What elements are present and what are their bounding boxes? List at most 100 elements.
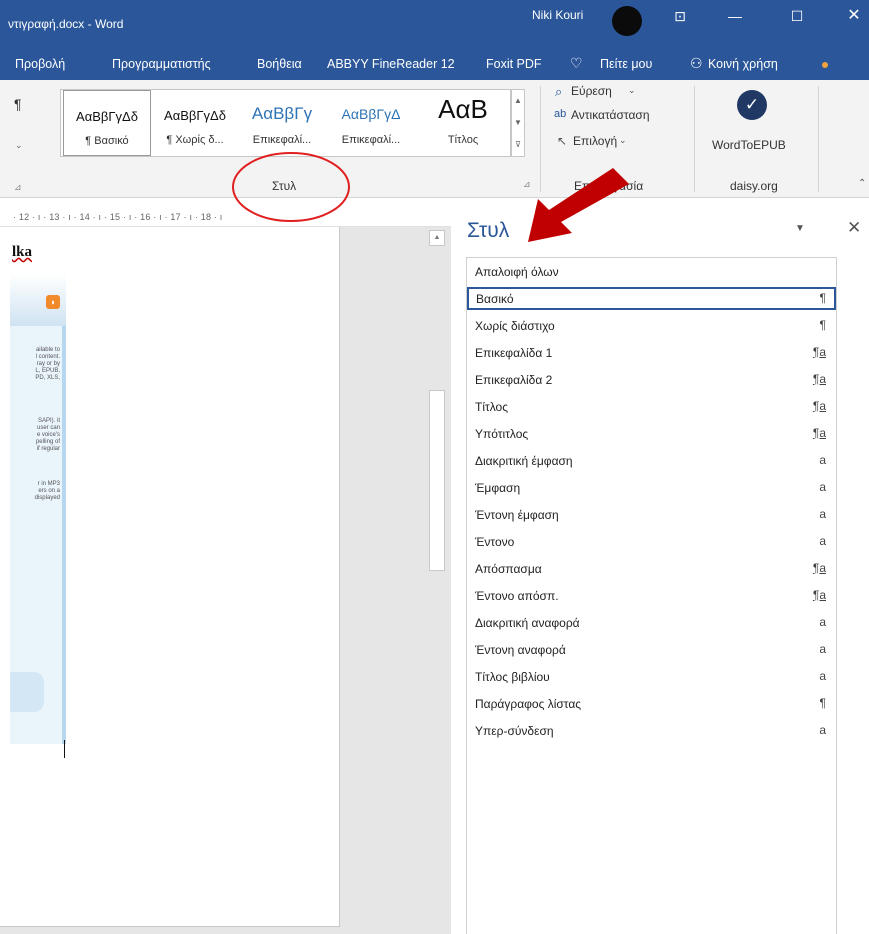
style-gallery-label: Επικεφαλί...: [341, 134, 401, 146]
style-list-item[interactable]: Έντονο a: [467, 530, 836, 553]
style-list-item[interactable]: Απόσπασμα ¶a: [467, 557, 836, 580]
chevron-down-icon[interactable]: ⌄: [619, 135, 627, 146]
linked-style-icon: ¶a: [812, 399, 826, 413]
share-icon[interactable]: ⚇: [690, 55, 703, 72]
style-preview: ΑαΒ: [438, 94, 488, 124]
group-divider: [818, 86, 819, 192]
style-list-item[interactable]: Χωρίς διάστιχο ¶: [467, 314, 836, 337]
search-icon[interactable]: ⌕: [555, 84, 562, 100]
tab-foxit[interactable]: Foxit PDF: [486, 57, 542, 71]
replace-icon[interactable]: ab: [554, 108, 566, 120]
ribbon: ¶ ⌄ ⊿ ΑαΒβΓγΔδ ¶ Βασικό ΑαΒβΓγΔδ ¶ Χωρίς…: [0, 80, 869, 198]
gallery-down-icon[interactable]: ▼: [512, 112, 524, 134]
style-name: Έντονο: [475, 535, 515, 549]
vertical-scrollbar[interactable]: ▲: [428, 227, 446, 934]
style-name: Έντονη έμφαση: [475, 508, 559, 522]
style-list-item[interactable]: Βασικό ¶: [467, 287, 836, 310]
character-style-icon: a: [819, 669, 826, 683]
image-text-block: ailable to l content. ray or by L, EPUB,…: [35, 347, 60, 381]
styles-dialog-launcher-icon[interactable]: ⊿: [523, 179, 531, 190]
collapse-ribbon-icon[interactable]: ⌃: [858, 178, 866, 189]
style-list-item[interactable]: Έντονη έμφαση a: [467, 503, 836, 526]
gallery-more-icon[interactable]: ⊽: [512, 134, 524, 156]
styles-gallery-scroll[interactable]: ▲ ▼ ⊽: [511, 89, 525, 157]
minimize-icon[interactable]: —: [720, 4, 750, 28]
show-paragraph-marks-icon[interactable]: ¶: [14, 96, 22, 112]
style-name: Διακριτική αναφορά: [475, 616, 580, 630]
tab-help[interactable]: Βοήθεια: [257, 57, 302, 71]
close-icon[interactable]: ✕: [839, 4, 869, 28]
editing-group-label: Επεξεργασία: [574, 179, 644, 193]
replace-button[interactable]: Αντικατάσταση: [571, 108, 650, 122]
style-name: Βασικό: [476, 292, 514, 306]
window-title: ντιγραφή.docx - Word: [8, 17, 124, 31]
share-button[interactable]: Κοινή χρήση: [708, 57, 778, 71]
styles-list: Απαλοιφή όλων Βασικό ¶ Χωρίς διάστιχο ¶ Επικε…: [466, 257, 837, 934]
pane-options-icon[interactable]: ▼: [795, 223, 805, 234]
group-divider: [540, 86, 541, 192]
style-list-item[interactable]: Διακριτική έμφαση a: [467, 449, 836, 472]
image-text-block: SAPI). it user can e voice's pelling of …: [35, 418, 60, 452]
tell-me-search[interactable]: Πείτε μου: [600, 57, 652, 71]
style-list-item[interactable]: Έμφαση a: [467, 476, 836, 499]
tab-abbyy[interactable]: ABBYY FineReader 12: [327, 57, 455, 71]
avatar[interactable]: [612, 6, 642, 36]
paragraph-dialog-launcher-icon[interactable]: ⊿: [14, 182, 22, 193]
character-style-icon: a: [819, 480, 826, 494]
styles-group-label: Στυλ: [272, 179, 297, 193]
document-page[interactable]: lka ◗ ailable to l content. ray or by L,…: [0, 227, 340, 927]
style-gallery-label: ¶ Χωρίς δ...: [166, 134, 224, 146]
style-list-item[interactable]: Έντονη αναφορά a: [467, 638, 836, 661]
style-list-item[interactable]: Υπερ-σύνδεση a: [467, 719, 836, 742]
tab-developer[interactable]: Προγραμματιστής: [112, 57, 211, 71]
tab-view[interactable]: Προβολή: [15, 57, 65, 71]
styles-pane: Στυλ ▼ ✕ Απαλοιφή όλων Βασικό ¶ Χωρίς διάστ…: [451, 199, 869, 934]
style-name: Απαλοιφή όλων: [475, 265, 559, 279]
wordtoepub-logo-icon[interactable]: ✓: [737, 90, 767, 120]
scroll-up-icon[interactable]: ▲: [429, 230, 445, 246]
style-name: Απόσπασμα: [475, 562, 542, 576]
paragraph-style-icon: ¶: [819, 696, 826, 710]
gallery-up-icon[interactable]: ▲: [512, 90, 524, 112]
maximize-icon[interactable]: ☐: [782, 4, 812, 28]
style-gallery-item-heading2[interactable]: ΑαΒβΓγΔ Επικεφαλί...: [326, 90, 416, 156]
style-name: Έντονη αναφορά: [475, 643, 566, 657]
paragraph-style-icon: ¶: [819, 318, 826, 332]
linked-style-icon: ¶a: [812, 345, 826, 359]
ribbon-display-options-icon[interactable]: ⊡: [665, 4, 695, 28]
linked-style-icon: ¶a: [812, 561, 826, 575]
style-list-item[interactable]: Διακριτική αναφορά a: [467, 611, 836, 634]
style-preview: ΑαΒβΓγ: [251, 104, 313, 123]
style-list-item[interactable]: Επικεφαλίδα 2 ¶a: [467, 368, 836, 391]
select-cursor-icon[interactable]: ↖: [557, 134, 567, 148]
lightbulb-icon[interactable]: ♡: [570, 55, 583, 72]
style-gallery-item-normal[interactable]: ΑαΒβΓγΔδ ¶ Βασικό: [63, 90, 151, 156]
title-bar: ντιγραφή.docx - Word Niki Kouri ⊡ — ☐ ✕: [0, 0, 869, 45]
find-button[interactable]: Εύρεση: [571, 84, 612, 98]
chevron-down-icon[interactable]: ⌄: [628, 85, 636, 96]
wordtoepub-button[interactable]: WordToEPUB: [712, 138, 786, 152]
style-gallery-item-no-spacing[interactable]: ΑαΒβΓγΔδ ¶ Χωρίς δ...: [152, 90, 238, 156]
style-preview: ΑαΒβΓγΔδ: [164, 108, 226, 123]
paragraph-style-icon: ¶: [819, 291, 826, 305]
style-list-item[interactable]: Τίτλος ¶a: [467, 395, 836, 418]
style-list-item[interactable]: Έντονο απόσπ. ¶a: [467, 584, 836, 607]
select-button[interactable]: Επιλογή: [573, 134, 617, 148]
style-gallery-item-heading1[interactable]: ΑαΒβΓγ Επικεφαλί...: [240, 90, 324, 156]
style-gallery-item-title[interactable]: ΑαΒ Τίτλος: [417, 90, 509, 156]
style-list-item[interactable]: Απαλοιφή όλων: [467, 260, 836, 283]
style-list-item[interactable]: Τίτλος βιβλίου a: [467, 665, 836, 688]
style-list-item[interactable]: Υπότιτλος ¶a: [467, 422, 836, 445]
style-gallery-label: ¶ Βασικό: [85, 135, 129, 147]
user-name[interactable]: Niki Kouri: [532, 8, 583, 22]
image-bubble-shape: [10, 672, 44, 712]
notification-dot: [822, 62, 828, 68]
scroll-thumb[interactable]: [429, 390, 445, 571]
style-list-item[interactable]: Παράγραφος λίστας ¶: [467, 692, 836, 715]
character-style-icon: a: [819, 453, 826, 467]
style-list-item[interactable]: Επικεφαλίδα 1 ¶a: [467, 341, 836, 364]
close-pane-icon[interactable]: ✕: [847, 218, 861, 238]
document-area: lka ◗ ailable to l content. ray or by L,…: [0, 227, 466, 934]
chevron-down-icon[interactable]: ⌄: [15, 140, 23, 151]
character-style-icon: a: [819, 507, 826, 521]
